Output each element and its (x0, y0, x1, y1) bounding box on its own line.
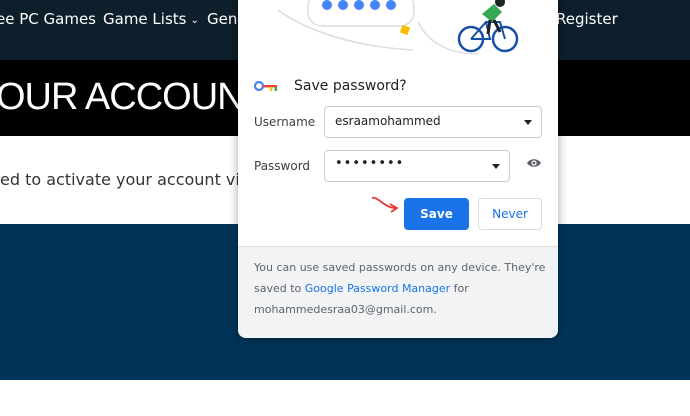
caret-down-icon[interactable] (492, 164, 500, 169)
key-icon (254, 80, 277, 92)
notice-text: ed to activate your account via t (0, 170, 261, 189)
password-value: •••••••• (335, 156, 405, 171)
page-title: OUR ACCOUNT (0, 76, 267, 118)
nav-register[interactable]: Register (556, 9, 618, 29)
save-button[interactable]: Save (404, 198, 469, 230)
nav-free-pc-games[interactable]: ee PC Games (0, 9, 96, 29)
nav-game-lists[interactable]: Game Lists ⌄ (103, 9, 199, 32)
caret-down-icon[interactable] (524, 120, 532, 125)
dialog-illustration (277, 0, 519, 55)
footer-strip (0, 380, 690, 416)
red-arrow-annotation (371, 196, 399, 213)
never-button[interactable]: Never (478, 198, 542, 230)
dialog-title: Save password? (294, 78, 407, 94)
username-value: esraamohammed (335, 114, 441, 128)
eye-icon[interactable] (526, 158, 542, 168)
password-label: Password (254, 159, 311, 173)
save-password-dialog: Save password? Username esraamohammed Pa… (238, 0, 558, 338)
nav-game-lists-label: Game Lists (103, 10, 187, 28)
dialog-footer: You can use saved passwords on any devic… (238, 246, 558, 338)
username-select[interactable]: esraamohammed (324, 106, 542, 138)
username-label: Username (254, 115, 316, 129)
password-select[interactable]: •••••••• (324, 150, 510, 182)
password-manager-link[interactable]: Google Password Manager (305, 282, 450, 295)
chevron-down-icon: ⌄ (190, 15, 199, 26)
footer-text: You can use saved passwords on any devic… (254, 257, 546, 320)
